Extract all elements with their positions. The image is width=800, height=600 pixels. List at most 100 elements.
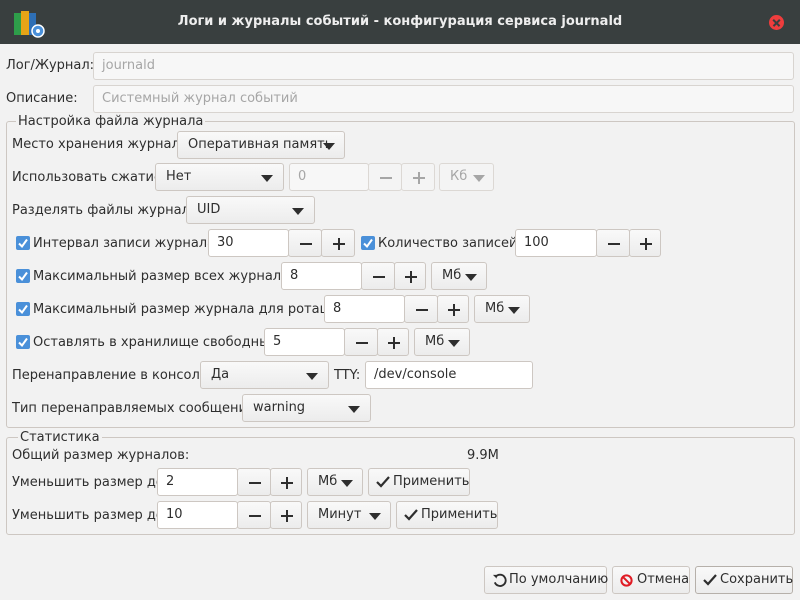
chevron-down-icon (323, 143, 335, 150)
stats-legend: Статистика (18, 430, 102, 445)
split-select[interactable]: UID (186, 196, 315, 224)
minus-icon (416, 309, 428, 311)
sync-interval-decrease-button[interactable] (288, 229, 322, 257)
reduce-time-increase-button[interactable] (270, 501, 302, 529)
reduce-size-decrease-button[interactable] (237, 468, 271, 496)
storage-select[interactable]: Оперативная память (177, 131, 345, 159)
cancel-button[interactable]: Отмена (612, 566, 690, 594)
max-total-size-checkbox[interactable] (16, 269, 30, 283)
keep-free-increase-button[interactable] (377, 328, 409, 356)
reduce-size-unit: Мб (318, 474, 338, 489)
minus-icon (380, 177, 392, 179)
max-rotate-size-unit: Мб (485, 301, 505, 316)
reduce-time-apply-label: Применить (421, 507, 498, 522)
compress-amount-input[interactable]: 0 (289, 163, 369, 191)
chevron-down-icon (348, 406, 360, 413)
chevron-down-icon (341, 480, 353, 487)
storage-value: Оперативная память (188, 137, 333, 152)
max-total-size-increase-button[interactable] (394, 262, 426, 290)
max-total-size-label: Максимальный размер всех журналов: (33, 269, 302, 284)
split-value: UID (197, 202, 221, 217)
save-label: Сохранить (720, 572, 794, 587)
minus-icon (608, 243, 620, 245)
forward-console-label: Перенаправление в консоль: (12, 368, 212, 383)
max-rotate-size-input[interactable]: 8 (324, 295, 405, 323)
tty-label: TTY: (334, 368, 361, 383)
minus-icon (249, 482, 261, 484)
total-size-label: Общий размер журналов: (12, 448, 190, 463)
reduce-time-decrease-button[interactable] (237, 501, 271, 529)
undo-icon (492, 573, 507, 587)
forward-level-label: Тип перенаправляемых сообщений: (12, 401, 260, 416)
compress-unit: Кб (450, 169, 468, 184)
sync-interval-input[interactable]: 30 (208, 229, 289, 257)
minus-icon (249, 515, 261, 517)
chevron-down-icon (306, 373, 318, 380)
file-settings-legend: Настройка файла журнала (16, 114, 206, 129)
forward-console-value: Да (211, 367, 230, 382)
sync-interval-increase-button[interactable] (321, 229, 355, 257)
defaults-button[interactable]: По умолчанию (484, 566, 609, 594)
reduce-time-input[interactable]: 10 (157, 501, 238, 529)
split-label: Разделять файлы журнала: (12, 203, 203, 218)
compress-select[interactable]: Нет (155, 163, 284, 191)
reduce-size-apply-button[interactable]: Применить (368, 468, 470, 496)
chevron-down-icon (261, 175, 273, 182)
max-rotate-size-decrease-button[interactable] (404, 295, 438, 323)
minus-icon (373, 276, 385, 278)
keep-free-checkbox[interactable] (16, 335, 30, 349)
sync-interval-label: Интервал записи журнала: (33, 236, 220, 251)
title-bar: Логи и журналы событий - конфигурация се… (0, 0, 800, 44)
keep-free-unit-select[interactable]: Мб (414, 328, 470, 356)
description-label: Описание: (6, 91, 78, 106)
keep-free-unit: Мб (425, 334, 445, 349)
log-input[interactable]: journald (93, 52, 794, 80)
reduce-time-unit-select[interactable]: Минут (307, 501, 391, 529)
reduce-time-label: Уменьшить размер до: (12, 508, 169, 523)
max-rotate-size-checkbox[interactable] (16, 302, 30, 316)
forward-level-select[interactable]: warning (242, 394, 371, 422)
records-count-decrease-button[interactable] (596, 229, 630, 257)
reduce-time-apply-button[interactable]: Применить (396, 501, 498, 529)
keep-free-input[interactable]: 5 (264, 328, 345, 356)
defaults-label: По умолчанию (509, 572, 609, 587)
compress-unit-select[interactable]: Кб (439, 163, 494, 191)
compress-increase-button[interactable] (401, 163, 435, 191)
close-icon[interactable] (769, 15, 784, 30)
chevron-down-icon (369, 513, 381, 520)
log-label: Лог/Журнал: (6, 58, 95, 73)
records-count-label: Количество записей: (378, 236, 522, 251)
total-size-value: 9.9M (467, 448, 499, 463)
save-button[interactable]: Сохранить (695, 566, 793, 594)
keep-free-label: Оставлять в хранилище свободным: (33, 335, 284, 350)
records-count-increase-button[interactable] (629, 229, 661, 257)
chevron-down-icon (508, 307, 520, 314)
description-input[interactable]: Системный журнал событий (93, 85, 794, 113)
compress-decrease-button[interactable] (368, 163, 402, 191)
forward-level-value: warning (253, 400, 306, 415)
max-total-size-unit-select[interactable]: Мб (431, 262, 487, 290)
compress-label: Использовать сжатие: (12, 170, 167, 185)
max-total-size-decrease-button[interactable] (361, 262, 395, 290)
reduce-size-input[interactable]: 2 (157, 468, 238, 496)
minus-icon (300, 243, 312, 245)
forward-console-select[interactable]: Да (200, 361, 329, 389)
max-total-size-input[interactable]: 8 (281, 262, 362, 290)
compress-value: Нет (166, 169, 192, 184)
max-rotate-size-unit-select[interactable]: Мб (474, 295, 530, 323)
chevron-down-icon (292, 208, 304, 215)
check-icon (404, 509, 418, 521)
keep-free-decrease-button[interactable] (344, 328, 378, 356)
reduce-size-unit-select[interactable]: Мб (307, 468, 363, 496)
reduce-size-apply-label: Применить (393, 474, 470, 489)
records-count-checkbox[interactable] (361, 236, 375, 250)
storage-label: Место хранения журнала: (12, 137, 193, 152)
tty-input[interactable]: /dev/console (365, 361, 533, 389)
max-rotate-size-increase-button[interactable] (437, 295, 469, 323)
reduce-time-unit: Минут (318, 507, 362, 522)
reduce-size-increase-button[interactable] (270, 468, 302, 496)
max-rotate-size-label: Максимальный размер журнала для ротации: (33, 302, 350, 317)
records-count-input[interactable]: 100 (515, 229, 597, 257)
chevron-down-icon (465, 274, 477, 281)
sync-interval-checkbox[interactable] (16, 236, 30, 250)
